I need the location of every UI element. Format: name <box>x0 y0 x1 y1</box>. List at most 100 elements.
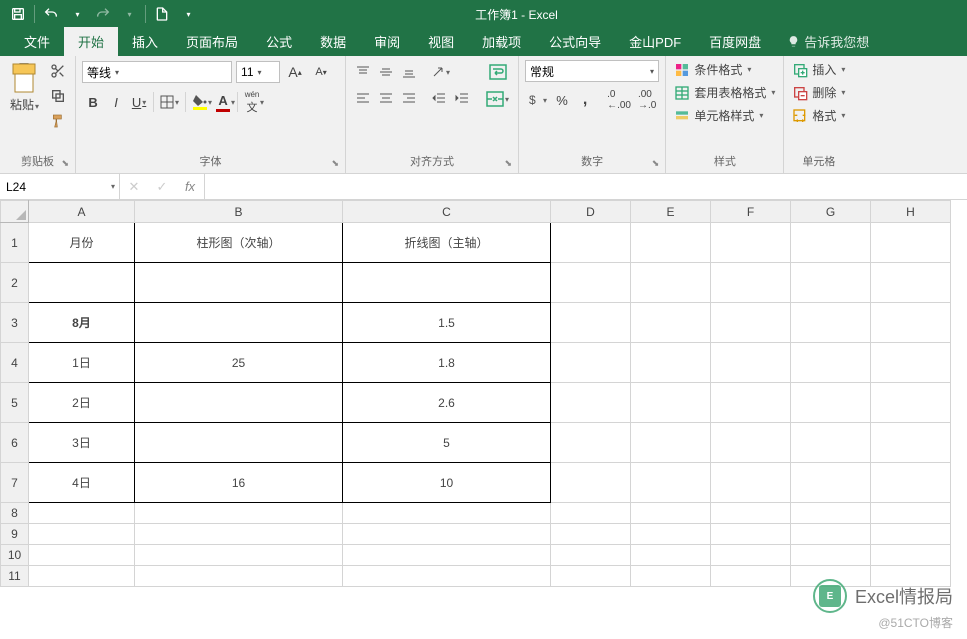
tab-insert[interactable]: 插入 <box>118 27 172 56</box>
cell-C7[interactable]: 10 <box>343 463 551 503</box>
column-header-C[interactable]: C <box>343 201 551 223</box>
row-header-2[interactable]: 2 <box>1 263 29 303</box>
cell-styles-button[interactable]: 单元格样式▾ <box>672 106 765 125</box>
cell-E9[interactable] <box>631 524 711 545</box>
cell-E7[interactable] <box>631 463 711 503</box>
increase-font-button[interactable]: A▴ <box>284 60 306 84</box>
row-header-3[interactable]: 3 <box>1 303 29 343</box>
cell-F5[interactable] <box>711 383 791 423</box>
column-header-H[interactable]: H <box>871 201 951 223</box>
accounting-format-button[interactable]: $▾ <box>525 88 550 112</box>
cell-A1[interactable]: 月份 <box>29 223 135 263</box>
align-center-button[interactable] <box>375 86 397 110</box>
cell-G2[interactable] <box>791 263 871 303</box>
cell-E6[interactable] <box>631 423 711 463</box>
cell-B9[interactable] <box>135 524 343 545</box>
copy-button[interactable] <box>47 85 69 107</box>
column-header-E[interactable]: E <box>631 201 711 223</box>
column-header-D[interactable]: D <box>551 201 631 223</box>
enter-formula-button[interactable]: ✓ <box>148 179 176 195</box>
cell-C5[interactable]: 2.6 <box>343 383 551 423</box>
cell-F6[interactable] <box>711 423 791 463</box>
tab-addins[interactable]: 加载项 <box>468 27 535 56</box>
new-file-button[interactable] <box>150 2 174 26</box>
cell-F4[interactable] <box>711 343 791 383</box>
cell-D8[interactable] <box>551 503 631 524</box>
cell-H5[interactable] <box>871 383 951 423</box>
row-header-11[interactable]: 11 <box>1 566 29 587</box>
cell-H4[interactable] <box>871 343 951 383</box>
row-header-7[interactable]: 7 <box>1 463 29 503</box>
delete-cells-button[interactable]: 删除▾ <box>790 83 847 102</box>
cut-button[interactable] <box>47 60 69 82</box>
column-header-F[interactable]: F <box>711 201 791 223</box>
clipboard-launcher[interactable]: ⬊ <box>61 158 69 169</box>
format-painter-button[interactable] <box>47 110 69 132</box>
column-header-A[interactable]: A <box>29 201 135 223</box>
cell-H7[interactable] <box>871 463 951 503</box>
comma-format-button[interactable]: , <box>574 88 596 112</box>
tab-baidu-disk[interactable]: 百度网盘 <box>695 27 775 56</box>
cell-C9[interactable] <box>343 524 551 545</box>
cell-F11[interactable] <box>711 566 791 587</box>
decrease-font-button[interactable]: A▾ <box>310 60 332 84</box>
cell-C4[interactable]: 1.8 <box>343 343 551 383</box>
cell-E8[interactable] <box>631 503 711 524</box>
cell-A11[interactable] <box>29 566 135 587</box>
cell-B10[interactable] <box>135 545 343 566</box>
row-header-6[interactable]: 6 <box>1 423 29 463</box>
tab-home[interactable]: 开始 <box>64 27 118 56</box>
bold-button[interactable]: B <box>82 90 104 114</box>
cell-G7[interactable] <box>791 463 871 503</box>
cell-E1[interactable] <box>631 223 711 263</box>
cell-F8[interactable] <box>711 503 791 524</box>
name-box[interactable]: L24▾ <box>0 174 120 199</box>
tell-me-search[interactable]: 告诉我您想 <box>779 27 877 56</box>
paste-button[interactable]: 粘贴▾ <box>6 60 43 115</box>
cell-A9[interactable] <box>29 524 135 545</box>
formula-input[interactable] <box>205 174 967 199</box>
phonetic-button[interactable]: wén文▾ <box>241 90 263 114</box>
row-header-9[interactable]: 9 <box>1 524 29 545</box>
cell-C11[interactable] <box>343 566 551 587</box>
cell-H10[interactable] <box>871 545 951 566</box>
font-color-button[interactable]: A▾ <box>212 90 234 114</box>
number-format-combo[interactable]: 常规▾ <box>525 60 659 82</box>
conditional-formatting-button[interactable]: 条件格式▾ <box>672 60 753 79</box>
cell-E2[interactable] <box>631 263 711 303</box>
increase-decimal-button[interactable]: .0←.00 <box>604 88 634 112</box>
row-header-8[interactable]: 8 <box>1 503 29 524</box>
cell-F1[interactable] <box>711 223 791 263</box>
worksheet-grid[interactable]: ABCDEFGH1月份柱形图（次轴）折线图（主轴）238月1.541日251.8… <box>0 200 967 639</box>
cell-B4[interactable]: 25 <box>135 343 343 383</box>
cell-D11[interactable] <box>551 566 631 587</box>
cell-G5[interactable] <box>791 383 871 423</box>
insert-function-button[interactable]: fx <box>176 179 204 194</box>
cell-B3[interactable] <box>135 303 343 343</box>
cell-D4[interactable] <box>551 343 631 383</box>
cell-C3[interactable]: 1.5 <box>343 303 551 343</box>
insert-cells-button[interactable]: 插入▾ <box>790 60 847 79</box>
cell-D3[interactable] <box>551 303 631 343</box>
cell-C10[interactable] <box>343 545 551 566</box>
cell-A7[interactable]: 4日 <box>29 463 135 503</box>
underline-button[interactable]: U▾ <box>128 90 150 114</box>
align-left-button[interactable] <box>352 86 374 110</box>
cell-H6[interactable] <box>871 423 951 463</box>
undo-dropdown[interactable]: ▾ <box>65 2 89 26</box>
cell-F3[interactable] <box>711 303 791 343</box>
cell-H9[interactable] <box>871 524 951 545</box>
cell-G4[interactable] <box>791 343 871 383</box>
cell-G1[interactable] <box>791 223 871 263</box>
cell-H2[interactable] <box>871 263 951 303</box>
cell-G10[interactable] <box>791 545 871 566</box>
cell-E5[interactable] <box>631 383 711 423</box>
tab-data[interactable]: 数据 <box>306 27 360 56</box>
tab-formulas[interactable]: 公式 <box>252 27 306 56</box>
cell-H8[interactable] <box>871 503 951 524</box>
row-header-5[interactable]: 5 <box>1 383 29 423</box>
cell-G9[interactable] <box>791 524 871 545</box>
italic-button[interactable]: I <box>105 90 127 114</box>
save-button[interactable] <box>6 2 30 26</box>
cell-A5[interactable]: 2日 <box>29 383 135 423</box>
